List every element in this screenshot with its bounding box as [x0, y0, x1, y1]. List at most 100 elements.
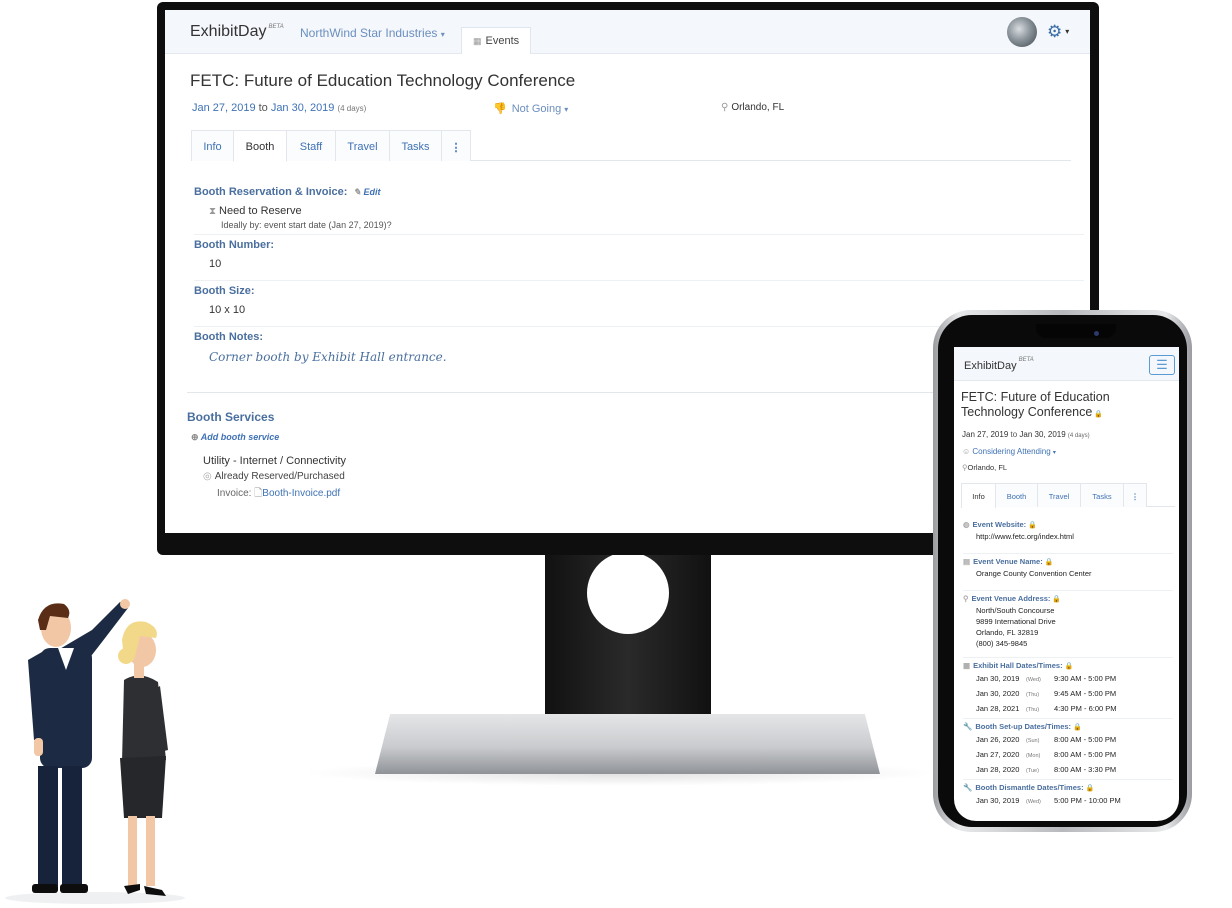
building-icon: ▤ — [963, 557, 971, 566]
events-nav-tab[interactable]: ▦ Events — [461, 27, 531, 54]
org-selector[interactable]: NorthWind Star Industries ▾ — [300, 26, 445, 40]
venue-name-value: Orange County Convention Center — [976, 569, 1092, 578]
brand-logo[interactable]: ExhibitDay BETA — [190, 23, 284, 41]
website-label: Event Website: — [972, 520, 1027, 529]
tab-booth[interactable]: Booth — [233, 130, 287, 162]
row-weekday: (Mon) — [1026, 753, 1041, 759]
start-date-link[interactable]: Jan 27, 2019 — [192, 102, 256, 114]
venue-name-field: ▤ Event Venue Name: 🔒 Orange County Conven… — [963, 557, 1173, 579]
row-weekday: (Wed) — [1026, 799, 1041, 805]
list-item: Jan 30, 2019 (Wed) 5:00 PM - 10:00 PM — [976, 794, 1173, 809]
end-date-link[interactable]: Jan 30, 2019 — [271, 102, 335, 114]
hourglass-icon: ⧗ — [209, 206, 217, 217]
beta-badge: BETA — [268, 24, 284, 30]
exhibit-hall-label: Exhibit Hall Dates/Times: — [973, 661, 1063, 670]
phone-notch — [1036, 324, 1116, 338]
divider — [963, 657, 1173, 658]
row-date: Jan 30, 2019 — [976, 674, 1020, 683]
monitor-stand-hole — [587, 552, 669, 634]
address-line: North/South Concourse — [976, 606, 1055, 615]
venue-address-field: ⚲ Event Venue Address: 🔒 North/South Conco… — [963, 594, 1173, 649]
divider — [194, 234, 1084, 235]
tab-staff[interactable]: Staff — [286, 130, 336, 161]
list-item: Jan 30, 2019 (Wed) 9:30 AM - 5:00 PM — [976, 672, 1173, 687]
row-weekday: (Tue) — [1026, 768, 1039, 774]
list-item: Jan 28, 2020 (Tue) 8:00 AM - 3:30 PM — [976, 763, 1173, 778]
booth-setup-label: Booth Set-up Dates/Times: — [975, 722, 1072, 731]
booth-dismantle-field: 🔧 Booth Dismantle Dates/Times: 🔒 Jan 30, 2… — [963, 783, 1173, 809]
mobile-phone: ExhibitDay BETA ☰ FETC: Future of Educati… — [933, 310, 1192, 832]
business-people-illustration — [5, 599, 185, 904]
invoice-file-link[interactable]: Booth-Invoice.pdf — [262, 488, 340, 499]
mobile-page-title: FETC: Future of Education Technology Con… — [961, 390, 1171, 422]
list-item: Jan 30, 2020 (Thu) 9:45 AM - 5:00 PM — [976, 687, 1173, 702]
row-weekday: (Wed) — [1026, 677, 1041, 683]
mobile-tab-info[interactable]: Info — [961, 483, 996, 508]
top-navbar: ExhibitDay BETA NorthWind Star Industries… — [165, 10, 1090, 54]
divider — [194, 280, 1084, 281]
avatar[interactable] — [1007, 17, 1037, 47]
lock-icon: 🔒 — [1052, 596, 1062, 603]
row-date: Jan 28, 2021 — [976, 704, 1020, 713]
location-text: Orlando, FL — [731, 102, 785, 113]
settings-gear-icon[interactable]: ⚙ ▾ — [1047, 22, 1069, 42]
events-tab-label: Events — [485, 35, 520, 47]
list-item: Jan 26, 2020 (Sun) 8:00 AM - 5:00 PM — [976, 733, 1173, 748]
row-time: 5:00 PM - 10:00 PM — [1054, 796, 1121, 805]
list-item: Jan 28, 2021 (Thu) 4:30 PM - 6:00 PM — [976, 702, 1173, 717]
mobile-end-date[interactable]: Jan 30, 2019 — [1019, 430, 1065, 439]
mobile-duration: (4 days) — [1067, 433, 1090, 439]
mobile-start-date[interactable]: Jan 27, 2019 — [962, 430, 1008, 439]
booth-size-label: Booth Size: — [194, 285, 255, 297]
mobile-tab-travel[interactable]: Travel — [1037, 483, 1081, 507]
date-separator: to — [258, 102, 268, 114]
exhibit-hall-field: ▦ Exhibit Hall Dates/Times: 🔒 Jan 30, 2019… — [963, 661, 1173, 717]
row-date: Jan 28, 2020 — [976, 765, 1020, 774]
wrench-icon: 🔧 — [963, 722, 973, 731]
tab-more-icon[interactable]: ⋮ — [441, 130, 471, 161]
row-weekday: (Sun) — [1026, 738, 1040, 744]
row-date: Jan 27, 2020 — [976, 750, 1020, 759]
attendance-dropdown[interactable]: 👎 Not Going ▾ — [493, 102, 568, 115]
tab-info[interactable]: Info — [191, 130, 234, 161]
row-weekday: (Thu) — [1026, 707, 1040, 713]
edit-link[interactable]: ✎ Edit — [353, 187, 380, 197]
divider — [963, 779, 1173, 780]
booth-setup-field: 🔧 Booth Set-up Dates/Times: 🔒 Jan 26, 2020… — [963, 722, 1173, 778]
venue-address-label: Event Venue Address: — [971, 594, 1051, 603]
lock-icon: 🔒 — [1044, 559, 1054, 566]
mobile-attendance-label: Considering Attending — [972, 447, 1051, 456]
tab-travel[interactable]: Travel — [335, 130, 390, 161]
org-name: NorthWind Star Industries — [300, 26, 438, 40]
mobile-brand-logo[interactable]: ExhibitDay BETA — [964, 357, 1034, 372]
divider — [963, 590, 1173, 591]
camera-dot — [1094, 331, 1099, 336]
lock-icon: 🔒 — [1073, 724, 1082, 731]
address-phone: (800) 345-9845 — [976, 639, 1028, 648]
caret-down-icon: ▾ — [1052, 450, 1056, 456]
lock-icon: 🔒 — [1028, 522, 1037, 529]
address-line: Orlando, FL 32819 — [976, 628, 1039, 637]
mobile-attendance-dropdown[interactable]: ☺ Considering Attending ▾ — [962, 447, 1056, 456]
service-name: Utility - Internet / Connectivity — [203, 455, 347, 467]
list-item: Jan 27, 2020 (Mon) 8:00 AM - 5:00 PM — [976, 748, 1173, 763]
mobile-tab-tasks[interactable]: Tasks — [1080, 483, 1124, 507]
tab-tasks[interactable]: Tasks — [389, 130, 442, 161]
booth-number-label: Booth Number: — [194, 239, 275, 251]
lock-icon: 🔒 — [1064, 663, 1074, 670]
mobile-tab-more-icon[interactable]: ⋮ — [1123, 483, 1147, 507]
event-dates: Jan 27, 2019 to Jan 30, 2019 (4 days) — [192, 102, 366, 114]
add-service-label: Add booth service — [200, 432, 280, 442]
lock-icon: 🔒 — [1085, 785, 1095, 792]
row-time: 4:30 PM - 6:00 PM — [1054, 704, 1117, 713]
caret-down-icon: ▾ — [564, 105, 569, 114]
caret-down-icon: ▾ — [440, 30, 445, 39]
add-booth-service-link[interactable]: ⊕ Add booth service — [191, 432, 279, 443]
mobile-title-text: FETC: Future of Education Technology Con… — [961, 390, 1110, 419]
row-time: 9:45 AM - 5:00 PM — [1054, 689, 1117, 698]
mobile-tab-booth[interactable]: Booth — [995, 483, 1038, 507]
row-date: Jan 30, 2019 — [976, 796, 1020, 805]
map-pin-icon: ⚲ — [721, 102, 729, 113]
website-value[interactable]: http://www.fetc.org/index.html — [976, 531, 1173, 542]
hamburger-menu-icon[interactable]: ☰ — [1149, 355, 1175, 375]
